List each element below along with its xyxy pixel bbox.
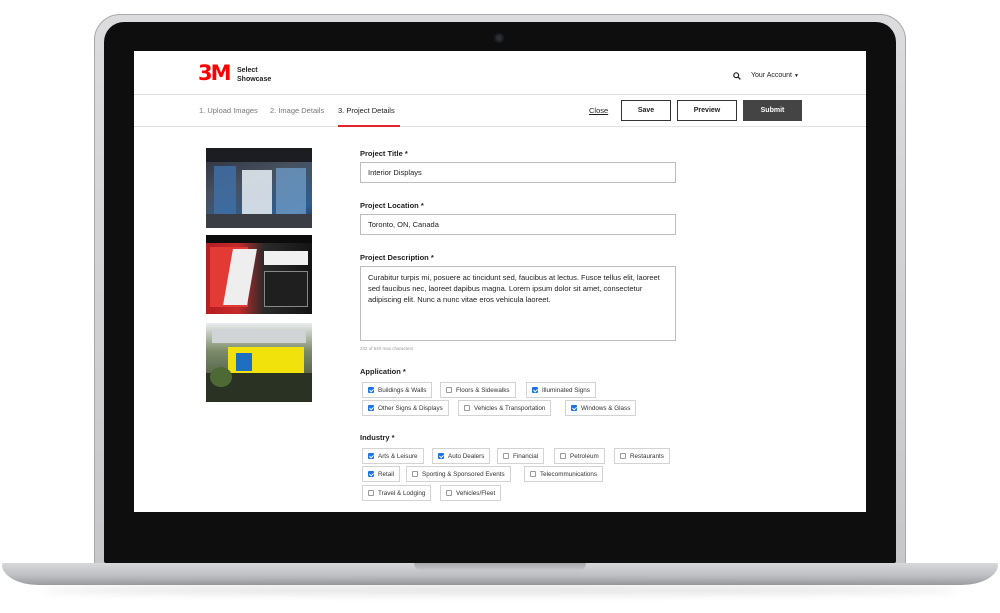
option-label: Financial	[513, 452, 539, 460]
option-label: Restaurants	[630, 452, 664, 460]
option-label: Retail	[378, 470, 395, 478]
laptop-notch	[414, 563, 586, 571]
checkbox-checked[interactable]	[368, 471, 374, 477]
submit-button[interactable]: Submit	[743, 100, 802, 121]
industry-option[interactable]: Restaurants	[614, 448, 670, 464]
checkbox[interactable]	[368, 490, 374, 496]
option-label: Vehicles & Transportation	[474, 404, 546, 412]
option-label: Buildings & Walls	[378, 386, 427, 394]
checkbox-checked[interactable]	[368, 405, 374, 411]
application-option[interactable]: Buildings & Walls	[362, 382, 433, 398]
brand-line-1: Select	[237, 67, 258, 74]
tab-upload-images[interactable]: 1. Upload Images	[199, 106, 258, 115]
preview-button[interactable]: Preview	[677, 100, 737, 121]
account-label: Your Account	[751, 72, 792, 79]
application-option[interactable]: Other Signs & Displays	[362, 400, 449, 416]
webcam	[494, 33, 504, 43]
option-label: Vehicles/Fleet	[456, 489, 496, 497]
checkbox-checked[interactable]	[532, 387, 538, 393]
account-menu[interactable]: Your Account ▼	[751, 72, 799, 79]
3m-logo[interactable]: 3M	[198, 63, 231, 84]
top-bar: 3M Select Showcase Your Account ▼	[134, 51, 866, 94]
option-label: Arts & Leisure	[378, 452, 418, 460]
option-label: Windows & Glass	[581, 404, 631, 412]
industry-option[interactable]: Telecommunications	[524, 466, 604, 482]
app-screen: 3M Select Showcase Your Account ▼ 1. Uplo…	[134, 51, 866, 512]
option-label: Travel & Lodging	[378, 489, 426, 497]
industry-option[interactable]: Petroleum	[554, 448, 605, 464]
application-option[interactable]: Windows & Glass	[565, 400, 637, 416]
checkbox[interactable]	[464, 405, 470, 411]
option-label: Petroleum	[570, 452, 599, 460]
checkbox[interactable]	[412, 471, 418, 477]
option-label: Telecommunications	[540, 470, 598, 478]
laptop-shadow	[40, 585, 960, 595]
application-option[interactable]: Vehicles & Transportation	[458, 400, 552, 416]
industry-option[interactable]: Financial	[497, 448, 545, 464]
checkbox-checked[interactable]	[571, 405, 577, 411]
option-label: Other Signs & Displays	[378, 404, 443, 412]
save-button[interactable]: Save	[621, 100, 671, 121]
industry-option[interactable]: Auto Dealers	[432, 448, 491, 464]
checkbox-checked[interactable]	[438, 453, 444, 459]
industry-option[interactable]: Retail	[362, 466, 401, 482]
chevron-down-icon: ▼	[794, 73, 799, 79]
application-label: Application *	[360, 367, 406, 376]
industry-option[interactable]: Travel & Lodging	[362, 485, 432, 501]
option-label: Floors & Sidewalks	[456, 386, 510, 394]
checkbox[interactable]	[560, 453, 566, 459]
project-image-2	[206, 235, 312, 314]
option-label: Illuminated Signs	[542, 386, 590, 394]
application-option[interactable]: Illuminated Signs	[526, 382, 596, 398]
step-nav: 1. Upload Images 2. Image Details 3. Pro…	[134, 94, 866, 127]
checkbox[interactable]	[530, 471, 536, 477]
tab-image-details[interactable]: 2. Image Details	[270, 106, 324, 115]
project-title-label: Project Title *	[360, 149, 408, 158]
application-option[interactable]: Floors & Sidewalks	[440, 382, 516, 398]
project-location-input[interactable]: Toronto, ON, Canada	[360, 214, 676, 235]
brand-line-2: Showcase	[237, 76, 272, 83]
active-tab-indicator	[338, 125, 400, 127]
checkbox[interactable]	[503, 453, 509, 459]
close-link[interactable]: Close	[589, 106, 608, 115]
option-label: Auto Dealers	[448, 452, 485, 460]
project-image-3	[206, 323, 312, 402]
checkbox-checked[interactable]	[368, 453, 374, 459]
project-image-1	[206, 148, 312, 228]
project-title-input[interactable]: Interior Displays	[360, 162, 676, 183]
checkbox[interactable]	[446, 387, 452, 393]
industry-option[interactable]: Arts & Leisure	[362, 448, 424, 464]
project-description-label: Project Description *	[360, 253, 434, 262]
option-label: Sporting & Sponsored Events	[422, 470, 505, 478]
tab-project-details[interactable]: 3. Project Details	[338, 106, 395, 115]
industry-option[interactable]: Vehicles/Fleet	[440, 485, 502, 501]
brand-name: Select Showcase	[237, 66, 271, 84]
checkbox[interactable]	[446, 490, 452, 496]
industry-label: Industry *	[360, 433, 395, 442]
industry-option[interactable]: Sporting & Sponsored Events	[406, 466, 511, 482]
checkbox[interactable]	[620, 453, 626, 459]
project-location-label: Project Location *	[360, 201, 424, 210]
checkbox-checked[interactable]	[368, 387, 374, 393]
search-icon[interactable]	[733, 72, 741, 80]
character-counter: 232 of 540 max characters	[360, 346, 414, 351]
project-description-textarea[interactable]: Curabitur turpis mi, posuere ac tincidun…	[360, 266, 676, 341]
